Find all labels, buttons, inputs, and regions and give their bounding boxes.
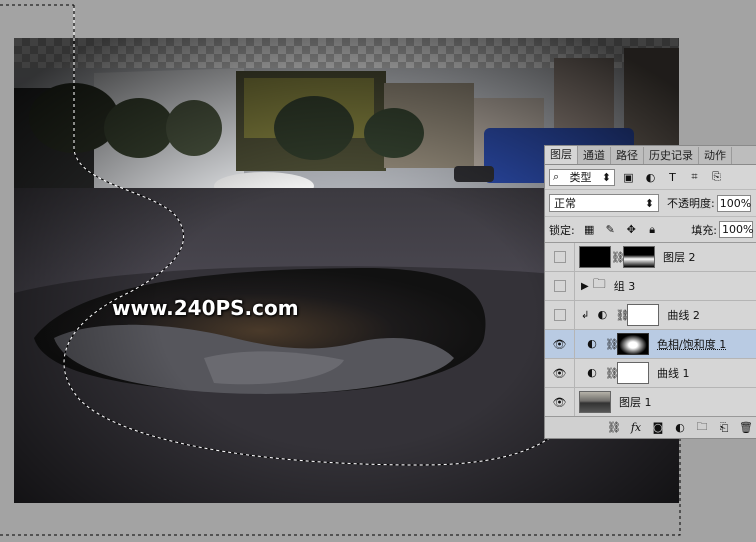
lock-position-icon[interactable]: ✥ (625, 223, 638, 236)
layer-name: 曲线 2 (667, 307, 700, 323)
layer-row-curves1[interactable]: 👁︎ ◐ ⛓ 曲线 1 (545, 359, 756, 388)
layer-name: 曲线 1 (657, 365, 690, 381)
add-mask-icon[interactable]: ◙ (649, 421, 667, 434)
opacity-label: 不透明度: (667, 195, 715, 211)
smart-object-filter-icon[interactable]: ⎘ (708, 170, 725, 184)
layer-mask-thumbnail (627, 304, 659, 326)
lock-row: 锁定: ▦ ✎ ✥ 🔒︎ 填充: 100% (545, 217, 756, 243)
eye-icon: 👁︎ (553, 338, 567, 351)
visibility-toggle[interactable]: 👁︎ (545, 359, 575, 387)
layer-name: 组 3 (614, 278, 636, 294)
spinner-arrows-icon: ⬍ (602, 171, 611, 184)
type-filter-icon[interactable]: T (664, 171, 681, 184)
visibility-toggle[interactable]: 👁︎ (545, 330, 575, 358)
adjustment-icon: ◐ (585, 337, 599, 351)
visibility-toggle[interactable]: 👁︎ (545, 388, 575, 416)
tab-history[interactable]: 历史记录 (644, 147, 699, 164)
filter-kind-label: 类型 (569, 169, 591, 185)
watermark-text: www.240PS.com (112, 296, 299, 320)
folder-icon: 🗀︎ (593, 275, 606, 297)
layer-thumbnail (579, 246, 611, 268)
visibility-toggle[interactable] (545, 243, 575, 271)
adjustment-icon: ◐ (595, 308, 609, 322)
layer-row-layer1[interactable]: 👁︎ 图层 1 (545, 388, 756, 417)
search-icon: ⌕ (553, 170, 559, 184)
fx-icon[interactable]: fx (627, 421, 645, 434)
new-adjustment-icon[interactable]: ◐ (671, 421, 689, 434)
link-layers-icon[interactable]: ⛓ (605, 421, 623, 434)
visibility-toggle[interactable] (545, 301, 575, 329)
tab-actions[interactable]: 动作 (699, 147, 732, 164)
layer-row-group3[interactable]: ▶ 🗀︎ 组 3 (545, 272, 756, 301)
layer-thumbnail (579, 391, 611, 413)
shape-filter-icon[interactable]: ⌗ (686, 170, 703, 184)
new-group-icon[interactable]: 🗀︎ (693, 418, 711, 437)
lock-label: 锁定: (549, 222, 575, 238)
visibility-off-box (554, 251, 566, 263)
layer-mask-thumbnail (617, 362, 649, 384)
clipping-arrow-icon: ↲ (581, 310, 589, 321)
blend-mode-select[interactable]: 正常 ⬍ (549, 194, 659, 212)
lock-transparent-icon[interactable]: ▦ (583, 223, 596, 236)
layer-name: 图层 1 (619, 394, 652, 410)
link-icon: ⛓ (611, 251, 623, 264)
panel-footer: ⛓ fx ◙ ◐ 🗀︎ ⎗ 🗑︎ (545, 416, 756, 438)
pixel-filter-icon[interactable]: ▣ (620, 171, 637, 184)
blend-mode-value: 正常 (554, 195, 576, 211)
layer-mask-thumbnail (617, 333, 649, 355)
layer-row-layer2[interactable]: ⛓ 图层 2 (545, 243, 756, 272)
new-layer-icon[interactable]: ⎗ (715, 421, 733, 435)
eye-icon: 👁︎ (553, 367, 567, 380)
layer-filter-row: ⌕ 类型 ⬍ ▣ ◐ T ⌗ ⎘ (545, 165, 756, 190)
tab-channels[interactable]: 通道 (578, 147, 611, 164)
spinner-arrows-icon: ⬍ (645, 197, 654, 210)
visibility-toggle[interactable] (545, 272, 575, 300)
eye-icon: 👁︎ (553, 396, 567, 409)
fill-input[interactable]: 100% (719, 221, 753, 238)
tab-layers[interactable]: 图层 (545, 146, 578, 164)
lock-all-icon[interactable]: 🔒︎ (646, 223, 659, 236)
lock-image-icon[interactable]: ✎ (604, 223, 617, 236)
blend-row: 正常 ⬍ 不透明度: 100% (545, 190, 756, 217)
layer-row-curves2[interactable]: ↲ ◐ ⛓ 曲线 2 (545, 301, 756, 330)
delete-layer-icon[interactable]: 🗑︎ (737, 421, 755, 434)
adjustment-filter-icon[interactable]: ◐ (642, 171, 659, 184)
adjustment-icon: ◐ (585, 366, 599, 380)
layer-name: 色相/饱和度 1 (657, 336, 726, 352)
link-icon: ⛓ (605, 367, 617, 380)
filter-kind-select[interactable]: ⌕ 类型 ⬍ (549, 169, 615, 186)
expand-arrow-icon[interactable]: ▶ (581, 281, 589, 292)
fill-label: 填充: (691, 222, 717, 238)
layers-panel: 图层 通道 路径 历史记录 动作 ⌕ 类型 ⬍ ▣ ◐ T ⌗ ⎘ 正常 ⬍ 不… (544, 145, 756, 439)
link-icon: ⛓ (615, 309, 627, 322)
visibility-off-box (554, 280, 566, 292)
layer-name: 图层 2 (663, 249, 696, 265)
tab-paths[interactable]: 路径 (611, 147, 644, 164)
link-icon: ⛓ (605, 338, 617, 351)
opacity-input[interactable]: 100% (717, 195, 751, 212)
panel-tabs: 图层 通道 路径 历史记录 动作 (545, 146, 756, 165)
layer-row-hue-saturation1[interactable]: 👁︎ ◐ ⛓ 色相/饱和度 1 (545, 330, 756, 359)
visibility-off-box (554, 309, 566, 321)
layer-mask-thumbnail (623, 246, 655, 268)
